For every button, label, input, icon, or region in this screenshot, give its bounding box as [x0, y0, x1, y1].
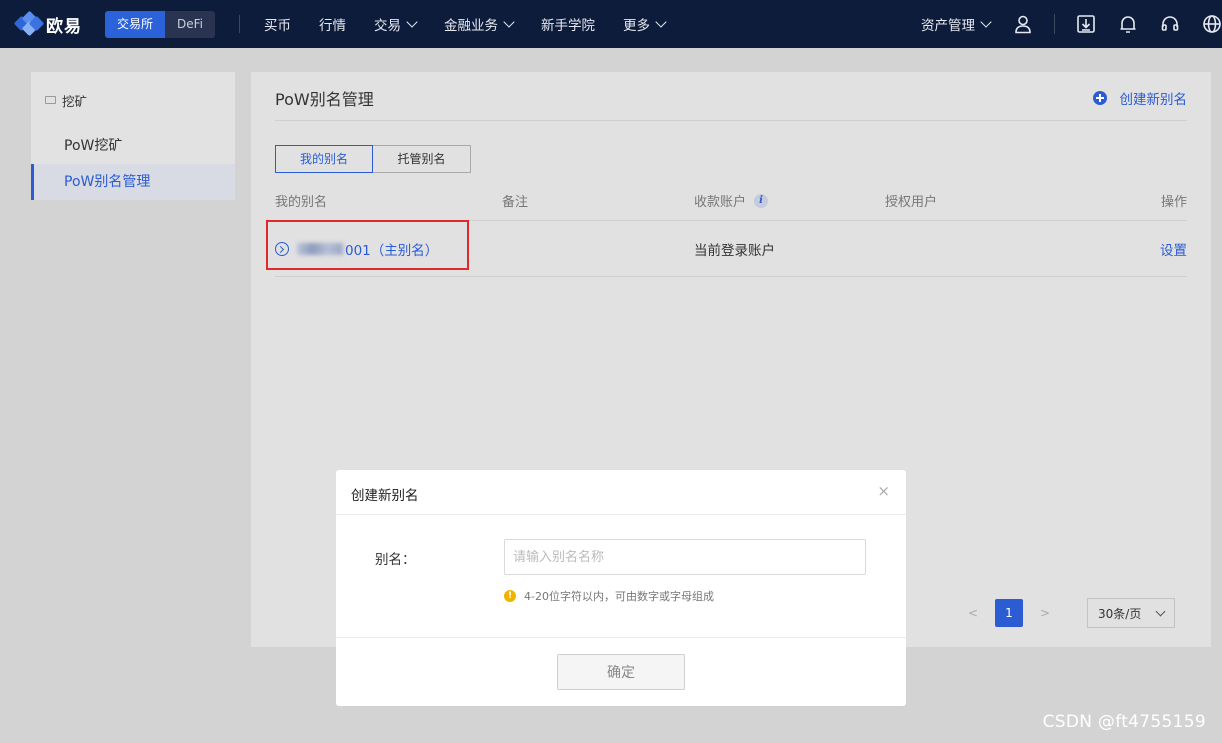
nav-asset-management[interactable]: 资产管理	[909, 14, 1002, 34]
settings-link[interactable]: 设置	[1160, 239, 1187, 259]
table-header: 我的别名 备注 收款账户 i 授权用户 操作	[275, 191, 1187, 223]
pagination: < 1 > 30条/页	[961, 598, 1175, 628]
tab-my-aliases[interactable]: 我的别名	[275, 145, 373, 173]
nav-item-academy[interactable]: 新手学院	[527, 14, 609, 34]
chevron-down-icon	[406, 16, 418, 28]
alias-input[interactable]	[504, 539, 866, 575]
column-header-users: 授权用户	[885, 195, 938, 210]
highlight-box	[266, 220, 469, 270]
alias-tabs: 我的别名 托管别名	[275, 145, 471, 173]
column-header-note: 备注	[502, 195, 529, 210]
top-nav: 欧易 交易所 DeFi 买币 行情 交易 金融业务 新手学院 更多 资产管理	[0, 0, 1222, 48]
chevron-down-icon	[655, 16, 667, 28]
user-icon[interactable]	[1013, 14, 1033, 34]
page-title: PoW别名管理	[275, 90, 374, 109]
page-number-button[interactable]: 1	[995, 599, 1023, 627]
modal-title: 创建新别名	[351, 488, 419, 504]
sidebar-item-pow-mining[interactable]: PoW挖矿	[31, 128, 235, 164]
nav-item-markets[interactable]: 行情	[305, 14, 360, 34]
column-header-account: 收款账户 i	[694, 191, 769, 210]
mode-switch: 交易所 DeFi	[105, 10, 216, 38]
nav-right: 资产管理	[909, 0, 1222, 48]
tab-hosted-aliases[interactable]: 托管别名	[373, 145, 471, 173]
confirm-button[interactable]: 确定	[557, 654, 685, 690]
nav-divider	[239, 15, 241, 33]
mode-exchange-button[interactable]: 交易所	[105, 10, 166, 38]
folder-icon	[45, 96, 56, 104]
account-cell: 当前登录账户	[694, 243, 775, 259]
prev-page-button[interactable]: <	[961, 606, 985, 620]
bell-icon[interactable]	[1118, 14, 1138, 34]
divider	[275, 120, 1187, 121]
sidebar-item-pow-alias[interactable]: PoW别名管理	[31, 164, 235, 200]
modal-header: 创建新别名 ×	[336, 470, 906, 515]
brand-name: 欧易	[46, 16, 82, 37]
create-alias-link[interactable]: 创建新别名	[1092, 88, 1187, 108]
icon-divider	[1054, 14, 1055, 34]
modal-footer: 确定	[336, 637, 906, 706]
logo[interactable]: 欧易	[13, 10, 96, 37]
mode-defi-button[interactable]: DeFi	[165, 10, 216, 38]
alias-field-label: 别名：	[375, 552, 416, 568]
plus-circle-icon	[1092, 91, 1107, 105]
nav-item-more[interactable]: 更多	[609, 14, 679, 34]
column-header-alias: 我的别名	[275, 195, 328, 210]
warning-icon: !	[504, 590, 516, 602]
watermark: CSDN @ft4755159	[1042, 712, 1206, 732]
alias-hint: ! 4-20位字符以内，可由数字或字母组成	[504, 588, 714, 604]
headset-icon[interactable]	[1160, 14, 1180, 34]
sidebar-group-mining[interactable]: 挖矿	[31, 72, 235, 128]
close-icon[interactable]: ×	[877, 482, 890, 500]
chevron-down-icon	[1155, 606, 1166, 616]
chevron-down-icon	[980, 16, 992, 28]
nav-item-trade[interactable]: 交易	[360, 14, 430, 34]
logo-icon	[13, 10, 45, 37]
next-page-button[interactable]: >	[1033, 606, 1057, 620]
divider	[275, 276, 1187, 277]
sidebar: 挖矿 PoW挖矿 PoW别名管理	[31, 72, 235, 200]
download-icon[interactable]	[1076, 14, 1096, 34]
globe-icon[interactable]	[1202, 14, 1222, 34]
nav-item-buy[interactable]: 买币	[250, 14, 305, 34]
chevron-down-icon	[503, 16, 515, 28]
nav-item-finance[interactable]: 金融业务	[430, 14, 527, 34]
column-header-actions: 操作	[1160, 195, 1187, 210]
info-icon[interactable]: i	[754, 193, 769, 208]
create-alias-modal: 创建新别名 × 别名： ! 4-20位字符以内，可由数字或字母组成 确定	[336, 470, 906, 706]
page-size-select[interactable]: 30条/页	[1087, 598, 1175, 628]
